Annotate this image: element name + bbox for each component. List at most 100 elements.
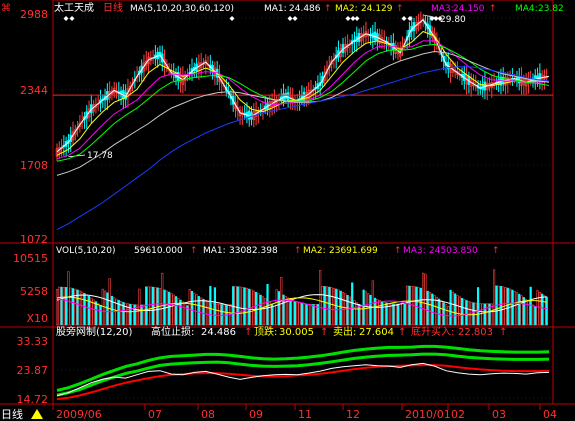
volume-bar — [291, 300, 294, 326]
volume-bar — [259, 294, 262, 326]
vol-label: VOL(5,10,20) — [56, 246, 115, 256]
volume-bar — [216, 303, 219, 326]
volume-bar — [254, 291, 258, 326]
ind-buy-arrow: ↑ — [499, 327, 507, 338]
volume-bar — [69, 287, 72, 326]
volume-bar — [273, 305, 276, 326]
volume-bar — [460, 297, 464, 326]
volume-bar — [351, 282, 354, 326]
ind-label: 股旁网制(12,20) — [56, 325, 133, 338]
ind-stop-value: 24.486 — [201, 327, 236, 338]
volume-bar — [454, 293, 457, 326]
volume-bar — [465, 300, 468, 326]
volume-bar — [298, 302, 301, 326]
volume-bar — [309, 304, 313, 326]
volume-bar — [531, 304, 535, 326]
volume-bar — [65, 287, 68, 326]
plot-border — [52, 0, 554, 405]
volume-bar — [108, 278, 111, 326]
y-tick-label: 2988 — [20, 8, 48, 21]
event-marker-icon — [354, 16, 360, 21]
volume-bar — [394, 303, 397, 326]
volume-bar — [287, 297, 290, 326]
vol-ma3-arrow: ↑ — [492, 246, 500, 256]
y-tick-label: 1072 — [20, 233, 48, 246]
x-tick-label: 02 — [451, 408, 465, 421]
main-panel[interactable] — [53, 11, 553, 231]
volume-bar — [83, 293, 86, 326]
ma4-label: MA4: — [515, 4, 538, 14]
x-tick-label: 03 — [492, 408, 506, 421]
ma4-value: 23.82 — [538, 4, 564, 14]
volume-bar — [399, 303, 402, 326]
volume-bar — [282, 294, 285, 326]
volume-bar — [339, 290, 342, 326]
scroll-marker-icon[interactable] — [31, 409, 43, 419]
volume-bar — [188, 289, 191, 326]
volume-bar — [289, 298, 292, 326]
volume-bar — [174, 296, 178, 326]
volume-bar — [209, 286, 212, 326]
indicator-panel[interactable] — [56, 344, 550, 401]
volume-bar — [190, 290, 194, 326]
vol-ma3-value: 24503.850 — [429, 246, 478, 256]
volume-bar — [401, 303, 404, 326]
volume-bar — [396, 303, 400, 326]
ma1-arrow: ↑ — [324, 4, 332, 14]
stock-chart[interactable]: 2988 2344 1708 1072 10515 5258 X10 33.33 23.87 14… — [0, 0, 575, 421]
app-menu-icon[interactable]: ⌘ — [1, 3, 11, 14]
volume-bar — [211, 302, 214, 326]
vol-ma1-arrow: ↑ — [294, 246, 302, 256]
volume-bar — [161, 272, 164, 326]
volume-bar — [328, 286, 331, 326]
vol-value: 59610.000 — [134, 246, 183, 256]
volume-bar — [78, 290, 81, 326]
volume-bar — [472, 302, 475, 326]
volume-bar — [458, 296, 461, 326]
ma-line-ma5 — [56, 50, 550, 176]
volume-bar — [337, 289, 340, 326]
volume-bar — [330, 287, 333, 326]
volume-bar — [55, 289, 59, 326]
volume-bar — [58, 286, 61, 326]
volume-bar — [463, 299, 466, 326]
period-tab[interactable]: 日线 — [1, 407, 23, 421]
volume-panel[interactable] — [55, 269, 548, 326]
volume-bar — [536, 290, 539, 326]
volume-bar — [204, 300, 207, 326]
vol-arrow: ↑ — [190, 246, 198, 256]
volume-bar — [332, 287, 335, 326]
volume-bar — [213, 287, 216, 326]
y-tick-label: X10 — [26, 312, 48, 325]
y-tick-label: 1708 — [20, 159, 48, 172]
event-marker-icon — [63, 16, 69, 21]
volume-bar — [97, 303, 100, 326]
y-axis-ticks: 2988 2344 1708 1072 10515 5258 X10 33.33 23.87 14… — [13, 8, 48, 406]
x-tick-label: 12 — [346, 408, 360, 421]
volume-bar — [367, 293, 370, 326]
ma2-arrow: ↑ — [396, 4, 404, 14]
moving-average-lines — [56, 18, 550, 231]
volume-bar — [67, 271, 70, 326]
volume-bar — [62, 286, 65, 326]
volume-bar — [335, 288, 338, 326]
x-tick-label: 07 — [148, 408, 162, 421]
volume-bar — [492, 269, 496, 326]
ma-line-ma1 — [56, 18, 550, 153]
volume-bar — [408, 285, 411, 326]
ind-sell-arrow: ↑ — [398, 327, 406, 338]
ind-buy-label: 底升买入: — [411, 325, 454, 338]
volume-bar — [515, 292, 519, 326]
vol-ma1-value: 33082.398 — [229, 246, 278, 256]
volume-bar — [261, 296, 265, 326]
volume-bar — [142, 304, 146, 326]
x-tick-label: 09 — [249, 408, 263, 421]
volume-bar — [325, 286, 329, 326]
volume-bar — [481, 303, 484, 326]
volume-bar — [438, 298, 441, 326]
volume-bar — [319, 270, 322, 326]
ind-buy-value: 22.803 — [458, 327, 493, 338]
chart-frame — [0, 0, 575, 405]
volume-bar — [442, 302, 445, 326]
volume-bar — [369, 294, 372, 326]
